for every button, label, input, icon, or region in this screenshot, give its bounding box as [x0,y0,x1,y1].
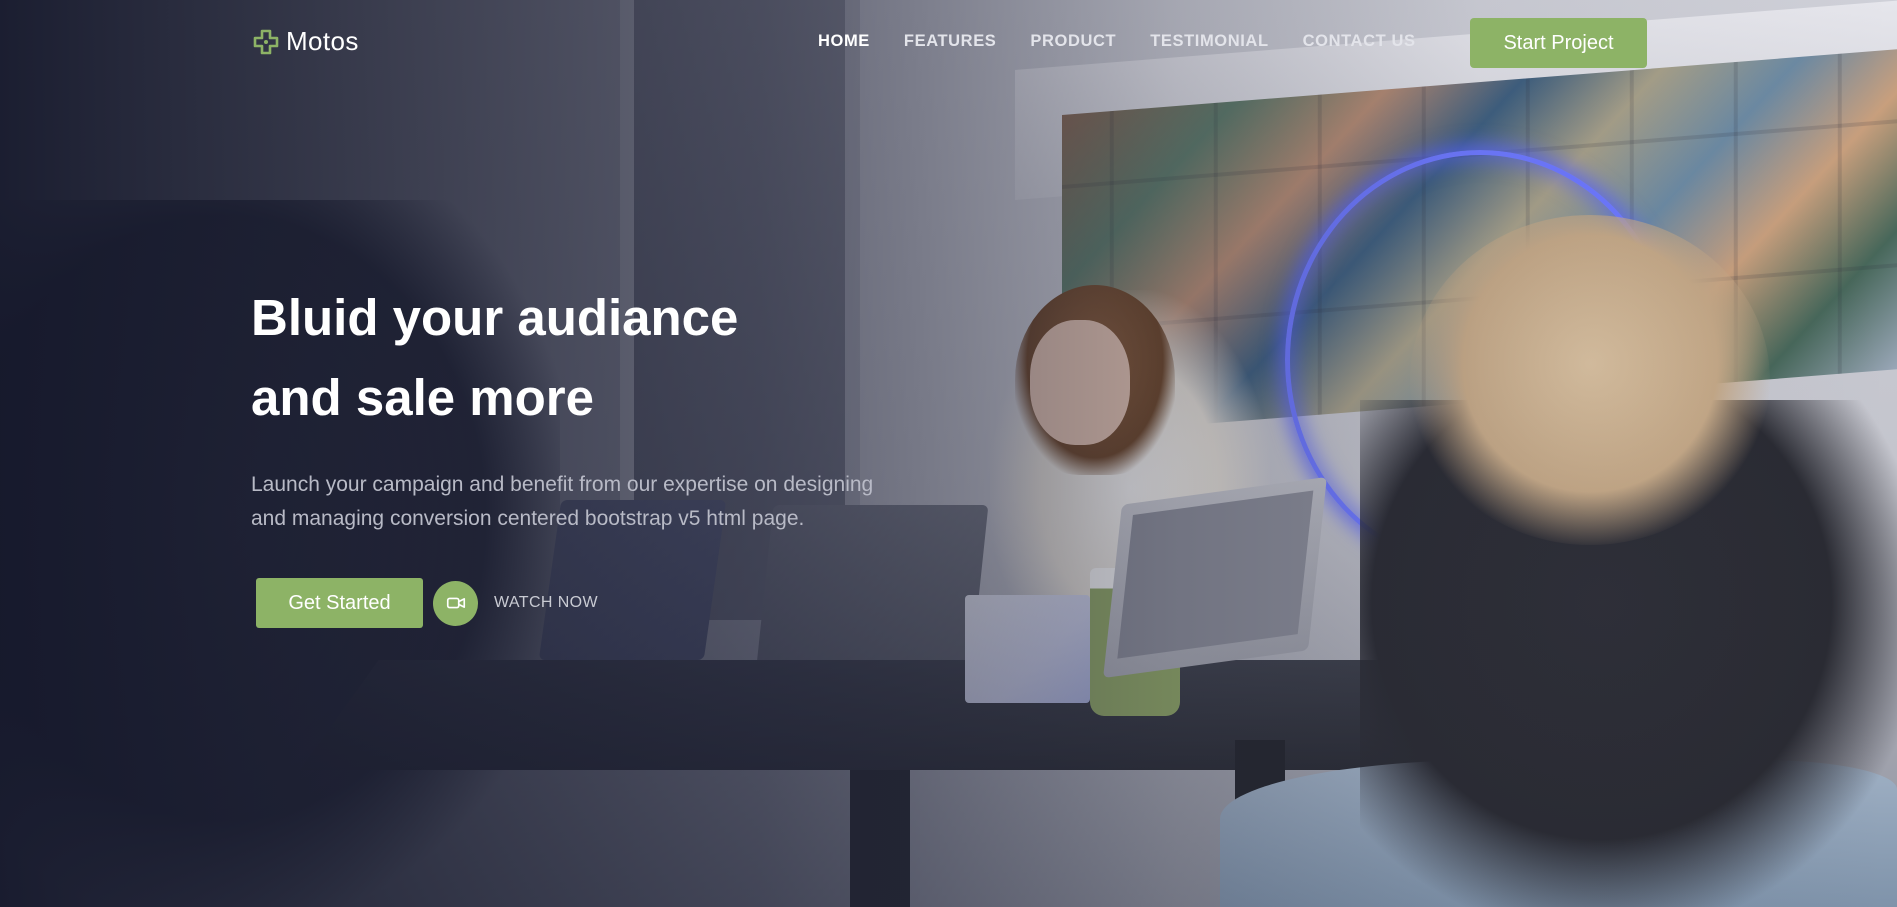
hero-description: Launch your campaign and benefit from ou… [251,468,1011,536]
get-started-button[interactable]: Get Started [256,578,423,628]
start-project-button[interactable]: Start Project [1470,18,1647,68]
plus-cross-icon [253,29,279,54]
video-camera-icon [446,597,465,609]
hero-title: Bluid your audiance and sale more [251,278,971,438]
hero-title-line: and sale more [251,369,594,426]
brand-name: Motos [286,26,359,56]
brand-logo-link[interactable]: Motos [252,26,359,57]
navbar: Motos HOME FEATURES PRODUCT TESTIMONIAL … [0,0,1897,84]
hero-actions: Get Started WATCH NOW [256,578,598,628]
hero-title-line: Bluid your audiance [251,289,739,346]
hero-background-photo [0,0,1897,907]
hero-description-line: Launch your campaign and benefit from ou… [251,473,874,496]
nav-item-home[interactable]: HOME [818,32,870,51]
nav-item-contact-us[interactable]: CONTACT US [1303,32,1416,51]
hero-dark-overlay [0,0,1897,907]
nav-item-features[interactable]: FEATURES [904,32,997,51]
nav-item-product[interactable]: PRODUCT [1030,32,1116,51]
nav-item-testimonial[interactable]: TESTIMONIAL [1150,32,1268,51]
hero-description-line: and managing conversion centered bootstr… [251,507,805,530]
main-menu: HOME FEATURES PRODUCT TESTIMONIAL CONTAC… [818,32,1450,51]
watch-now-link[interactable]: WATCH NOW [433,580,599,626]
watch-now-label: WATCH NOW [494,594,599,611]
watch-now-play-button[interactable] [433,580,478,626]
